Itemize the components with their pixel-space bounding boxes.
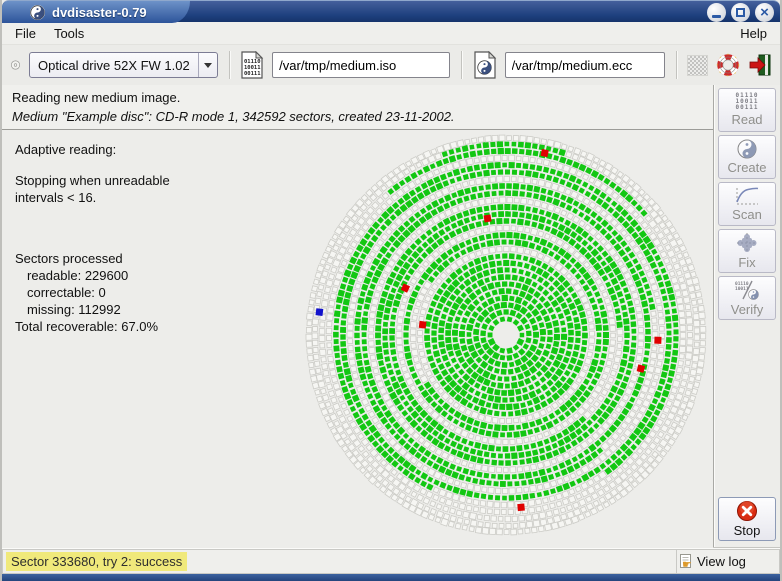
menu-file[interactable]: File: [6, 24, 45, 43]
stop-icon: [736, 500, 758, 522]
reading-visualization-area: Adaptive reading: Stopping when unreadab…: [2, 130, 713, 548]
minimize-icon[interactable]: [707, 3, 726, 22]
verify-button[interactable]: 01110 10011 Verify: [718, 276, 776, 320]
preferences-button[interactable]: [687, 52, 708, 78]
status-bar: Sector 333680, try 2: success ☛ View log: [2, 548, 780, 574]
quit-button[interactable]: [748, 52, 772, 78]
menu-bar: File Tools Help: [2, 22, 780, 45]
dropdown-arrow-icon: [198, 53, 217, 77]
optical-disc-icon: [10, 52, 21, 78]
view-log-label: View log: [697, 554, 746, 569]
status-line-medium-info: Medium "Example disc": CD-R mode 1, 3425…: [12, 107, 713, 126]
title-tab: dvdisaster-0.79: [2, 1, 190, 23]
exit-door-icon: [748, 53, 772, 77]
ecc-file-input[interactable]: [505, 52, 665, 78]
sectors-correctable: correctable: 0: [15, 284, 170, 301]
stop-button[interactable]: Stop: [718, 497, 776, 541]
status-line-primary: Reading new medium image.: [12, 88, 713, 107]
sectors-heading: Sectors processed: [15, 250, 170, 267]
scan-curve-icon: [734, 186, 760, 206]
read-button[interactable]: 011101001100111 Read: [718, 88, 776, 132]
create-button[interactable]: Create: [718, 135, 776, 179]
left-column: Reading new medium image. Medium "Exampl…: [2, 85, 713, 548]
stopping-rule-line2: intervals < 16.: [15, 189, 170, 206]
reading-mode-heading: Adaptive reading:: [15, 141, 170, 158]
action-sidebar: 011101001100111 Read Create Scan: [713, 85, 780, 548]
disc-spiral-visualization: [286, 130, 713, 548]
ecc-file-icon: [473, 51, 497, 79]
fix-button[interactable]: Fix: [718, 229, 776, 273]
svg-text:☛: ☛: [682, 559, 692, 570]
toolbar: Optical drive 52X FW 1.02 01110 10011 00…: [2, 45, 780, 85]
stopping-rule-line1: Stopping when unreadable: [15, 172, 170, 189]
view-log-button[interactable]: ☛ View log: [676, 549, 780, 574]
menu-help[interactable]: Help: [731, 24, 776, 43]
maximize-icon[interactable]: [731, 3, 750, 22]
sectors-missing: missing: 112992: [15, 301, 170, 318]
preferences-disabled-icon: [687, 55, 708, 76]
title-bar: dvdisaster-0.79 ×: [2, 0, 780, 22]
app-window: dvdisaster-0.79 × File Tools Help Optica…: [0, 0, 782, 581]
image-file-icon: 01110 10011 00111: [240, 51, 264, 79]
app-logo-icon: [30, 5, 45, 20]
window-title: dvdisaster-0.79: [52, 5, 147, 20]
menu-tools[interactable]: Tools: [45, 24, 93, 43]
sector-status-text: Sector 333680, try 2: success: [6, 552, 187, 571]
verify-icon: 01110 10011: [734, 279, 760, 301]
close-icon[interactable]: ×: [755, 3, 774, 22]
window-controls: ×: [707, 3, 774, 22]
help-button[interactable]: [716, 52, 740, 78]
status-message-panel: Reading new medium image. Medium "Exampl…: [2, 85, 713, 130]
drive-select-value: Optical drive 52X FW 1.02: [30, 58, 198, 73]
svg-text:00111: 00111: [244, 71, 261, 77]
sectors-readable: readable: 229600: [15, 267, 170, 284]
main-row: Reading new medium image. Medium "Exampl…: [2, 85, 780, 548]
reading-info-block: Adaptive reading: Stopping when unreadab…: [15, 141, 170, 335]
statusbar-message-cell: Sector 333680, try 2: success: [2, 549, 676, 574]
fix-icon: [735, 232, 759, 254]
drive-select-dropdown[interactable]: Optical drive 52X FW 1.02: [29, 52, 218, 78]
lifebelt-icon: [716, 53, 740, 77]
view-log-icon: ☛: [679, 553, 695, 570]
total-recoverable: Total recoverable: 67.0%: [15, 318, 170, 335]
scan-button[interactable]: Scan: [718, 182, 776, 226]
window-bottom-border: [2, 574, 780, 581]
read-icon: 011101001100111: [735, 93, 758, 111]
create-icon: [737, 139, 757, 159]
image-file-input[interactable]: [272, 52, 450, 78]
